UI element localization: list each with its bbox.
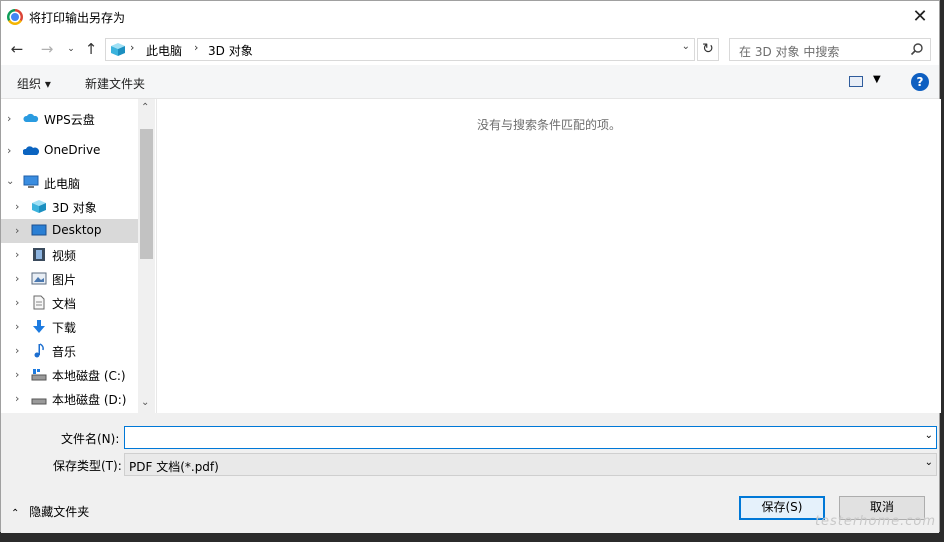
help-icon[interactable]: ? xyxy=(911,73,929,91)
filename-field[interactable]: ⌄ xyxy=(124,426,937,449)
watermark: testerhome.com xyxy=(814,514,936,529)
cloud-icon xyxy=(23,113,39,122)
onedrive-icon xyxy=(23,146,39,155)
tree-item-pictures[interactable]: › 图片 xyxy=(1,267,138,291)
close-button[interactable]: ✕ xyxy=(905,3,935,31)
navigation-bar: ← → ⌄ ↑ › 此电脑 › 3D 对象 ⌄ ↻ 在 3D 对象 中搜索 xyxy=(1,33,939,65)
chevron-down-icon[interactable]: ⌄ xyxy=(925,430,933,441)
chevron-right-icon[interactable]: › xyxy=(15,320,19,333)
chevron-right-icon[interactable]: › xyxy=(15,200,19,213)
tree-item-this-pc[interactable]: ⌄ 此电脑 xyxy=(1,171,138,195)
crumb-3d-objects[interactable]: 3D 对象 xyxy=(208,42,253,59)
scroll-down-icon[interactable]: ⌄ xyxy=(141,397,149,408)
view-mode-icon[interactable] xyxy=(849,76,863,87)
tree-item-label: 视频 xyxy=(52,249,77,263)
cube-icon xyxy=(111,43,125,56)
tree-item-3d-objects[interactable]: › 3D 对象 xyxy=(1,195,138,219)
desktop-icon xyxy=(31,224,47,236)
save-button[interactable]: 保存(S) xyxy=(739,496,825,520)
new-folder-button[interactable]: 新建文件夹 xyxy=(85,75,145,92)
tree-item-label: 音乐 xyxy=(52,345,77,359)
window-title: 将打印输出另存为 xyxy=(29,11,126,25)
organize-button[interactable]: 组织 ▾ xyxy=(17,75,51,92)
tree-item-label: 下载 xyxy=(52,321,77,335)
scroll-up-icon[interactable]: ⌃ xyxy=(141,102,149,113)
download-icon xyxy=(33,320,45,333)
chevron-right-icon[interactable]: › xyxy=(15,272,19,285)
filetype-value: PDF 文档(*.pdf) xyxy=(129,460,219,474)
crumb-separator: › xyxy=(194,41,199,54)
drive-icon xyxy=(31,369,47,381)
file-list-area[interactable]: 没有与搜索条件匹配的项。 xyxy=(156,99,941,413)
tree-item-label: 本地磁盘 (C:) xyxy=(52,369,126,383)
forward-arrow-icon[interactable]: → xyxy=(37,39,57,59)
tree-item-wps-cloud[interactable]: › WPS云盘 xyxy=(1,107,138,131)
drive-icon xyxy=(31,398,47,405)
hide-folders-label: 隐藏文件夹 xyxy=(29,505,90,519)
tree-item-label: 3D 对象 xyxy=(52,201,97,215)
title-bar: 将打印输出另存为 ✕ xyxy=(1,1,939,33)
tree-item-videos[interactable]: › 视频 xyxy=(1,243,138,267)
chevron-right-icon[interactable]: › xyxy=(7,112,11,125)
tree-item-drive-d[interactable]: › 本地磁盘 (D:) xyxy=(1,387,138,411)
tree-item-onedrive[interactable]: › OneDrive xyxy=(1,139,138,163)
chrome-icon xyxy=(7,9,23,25)
chevron-right-icon[interactable]: › xyxy=(15,296,19,309)
chevron-right-icon[interactable]: › xyxy=(15,248,19,261)
computer-icon xyxy=(23,175,39,188)
picture-icon xyxy=(31,272,47,285)
tree-item-label: 文档 xyxy=(52,297,77,311)
tree-item-label: Desktop xyxy=(52,223,102,237)
chevron-right-icon[interactable]: › xyxy=(15,344,19,357)
crumb-this-pc[interactable]: 此电脑 xyxy=(146,42,182,59)
crumb-separator: › xyxy=(130,41,135,54)
search-input[interactable]: 在 3D 对象 中搜索 xyxy=(739,43,839,60)
chevron-right-icon[interactable]: › xyxy=(15,368,19,381)
hide-folders-toggle[interactable]: ⌃ 隐藏文件夹 xyxy=(11,503,89,520)
filename-label: 文件名(N): xyxy=(61,432,120,446)
tree-scrollbar[interactable]: ⌃ ⌄ xyxy=(138,99,155,413)
dialog-footer: 文件名(N): ⌄ 保存类型(T): PDF 文档(*.pdf) ⌄ ⌃ 隐藏文… xyxy=(1,413,939,533)
empty-message: 没有与搜索条件匹配的项。 xyxy=(476,118,621,132)
tree-item-label: 图片 xyxy=(52,273,77,287)
chevron-right-icon[interactable]: › xyxy=(15,392,19,405)
chevron-up-icon: ⌃ xyxy=(11,508,20,519)
view-dropdown-icon[interactable]: ▼ xyxy=(873,74,881,85)
scrollbar-thumb[interactable] xyxy=(140,129,153,259)
chevron-down-icon[interactable]: ⌄ xyxy=(6,176,14,187)
recent-dropdown-icon[interactable]: ⌄ xyxy=(61,39,81,59)
back-arrow-icon[interactable]: ← xyxy=(7,39,27,59)
document-icon xyxy=(33,295,45,310)
tree-item-desktop[interactable]: › Desktop xyxy=(1,219,138,243)
tree-item-label: 此电脑 xyxy=(44,177,81,191)
address-bar[interactable]: › 此电脑 › 3D 对象 ⌄ xyxy=(105,38,695,61)
tree-item-drive-c[interactable]: › 本地磁盘 (C:) xyxy=(1,363,138,387)
chevron-down-icon[interactable]: ⌄ xyxy=(925,457,933,468)
filetype-select[interactable]: PDF 文档(*.pdf) ⌄ xyxy=(124,453,937,476)
address-dropdown-icon[interactable]: ⌄ xyxy=(682,41,690,52)
tree-item-label: 本地磁盘 (D:) xyxy=(52,393,127,407)
navigation-pane: › WPS云盘 › OneDrive ⌄ 此电脑 › 3D 对象 › Deskt… xyxy=(1,99,155,413)
tree-item-label: OneDrive xyxy=(44,143,101,157)
refresh-button[interactable]: ↻ xyxy=(697,38,719,61)
search-icon[interactable] xyxy=(910,42,924,56)
chevron-right-icon[interactable]: › xyxy=(7,144,11,157)
chevron-right-icon[interactable]: › xyxy=(15,224,19,237)
up-arrow-icon[interactable]: ↑ xyxy=(81,39,101,59)
cube-icon xyxy=(32,200,46,213)
save-dialog: 将打印输出另存为 ✕ ← → ⌄ ↑ › 此电脑 › 3D 对象 ⌄ ↻ 在 3… xyxy=(0,0,941,533)
tree-item-label: WPS云盘 xyxy=(44,113,95,127)
tree-item-downloads[interactable]: › 下载 xyxy=(1,315,138,339)
filetype-label: 保存类型(T): xyxy=(53,459,122,473)
search-box[interactable]: 在 3D 对象 中搜索 xyxy=(729,38,931,61)
video-icon xyxy=(33,248,45,261)
tree-item-music[interactable]: › 音乐 xyxy=(1,339,138,363)
music-icon xyxy=(34,343,44,358)
tree-item-documents[interactable]: › 文档 xyxy=(1,291,138,315)
command-toolbar: 组织 ▾ 新建文件夹 ▼ ? xyxy=(1,65,939,99)
